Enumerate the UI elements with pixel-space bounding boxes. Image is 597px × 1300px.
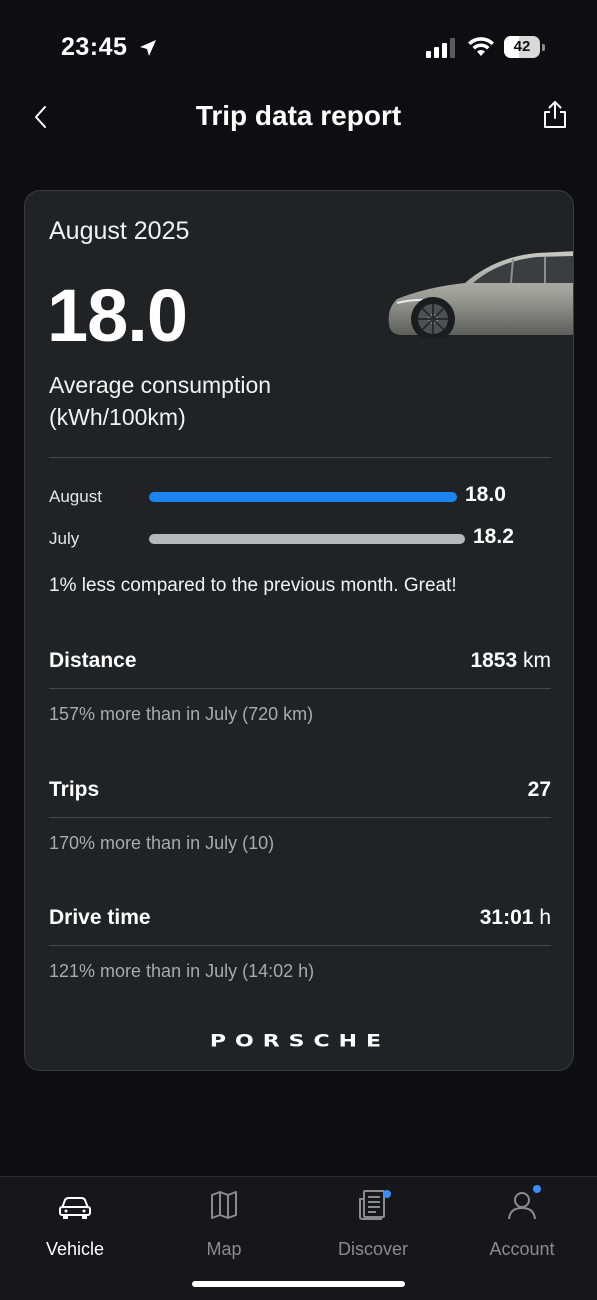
stat-label: Drive time	[49, 906, 151, 929]
bar-label: August	[49, 487, 102, 506]
comparison-bar-current: August 18.0	[49, 483, 551, 511]
tab-account[interactable]: Account	[447, 1185, 597, 1259]
consumption-bar	[149, 492, 457, 502]
stat-drive-time: Drive time 31:01 h	[49, 906, 551, 936]
stat-trips: Trips 27	[49, 778, 551, 808]
bar-value: 18.2	[473, 525, 514, 548]
notification-badge	[383, 1190, 391, 1198]
battery-level: 42	[513, 38, 531, 55]
stat-note: 170% more than in July (10)	[49, 833, 275, 853]
divider	[49, 945, 551, 946]
share-icon[interactable]	[541, 100, 569, 130]
bar-value: 18.0	[465, 483, 506, 506]
wifi-icon	[468, 37, 494, 56]
consumption-label: Average consumption (kWh/100km)	[49, 372, 272, 430]
consumption-bar	[149, 534, 465, 544]
stat-value: 1853 km	[470, 649, 551, 672]
map-icon	[211, 1191, 237, 1219]
cellular-signal-icon	[426, 38, 455, 58]
divider	[49, 688, 551, 689]
tab-discover[interactable]: Discover	[298, 1189, 448, 1259]
stat-label: Distance	[49, 649, 137, 672]
tab-map[interactable]: Map	[149, 1189, 299, 1259]
stat-note: 157% more than in July (720 km)	[49, 704, 314, 724]
stat-label: Trips	[49, 778, 100, 801]
stat-value: 31:01 h	[479, 906, 551, 929]
report-month: August 2025	[49, 217, 190, 245]
car-icon	[59, 1197, 91, 1219]
stat-value: 27	[527, 778, 551, 801]
car-image	[387, 251, 573, 343]
navigation-header: Trip data report	[0, 90, 597, 146]
tab-vehicle[interactable]: Vehicle	[0, 1189, 150, 1259]
comparison-text: 1% less compared to the previous month. …	[49, 575, 457, 596]
porsche-logo: PORSCHE	[209, 1032, 391, 1051]
stat-note: 121% more than in July (14:02 h)	[49, 961, 315, 981]
home-indicator[interactable]	[192, 1281, 405, 1287]
status-time: 23:45	[61, 33, 128, 61]
stat-distance: Distance 1853 km	[49, 649, 551, 679]
divider	[49, 817, 551, 818]
trip-report-card: August 2025 18.0 Average consumption (kW…	[24, 190, 574, 1071]
page-title: Trip data report	[195, 100, 402, 131]
tab-label: Map	[206, 1239, 242, 1259]
battery-indicator: 42	[504, 36, 545, 58]
average-consumption-value: 18.0	[47, 274, 188, 357]
tab-label: Discover	[337, 1239, 408, 1259]
divider	[49, 457, 551, 458]
tab-label: Vehicle	[45, 1239, 105, 1259]
notification-badge	[533, 1185, 541, 1193]
location-arrow-icon	[140, 40, 156, 56]
tab-label: Account	[489, 1239, 555, 1259]
status-bar: 23:45 42	[0, 0, 597, 90]
person-icon	[508, 1192, 536, 1220]
comparison-bar-previous: July 18.2	[49, 525, 551, 553]
bar-label: July	[49, 529, 80, 548]
